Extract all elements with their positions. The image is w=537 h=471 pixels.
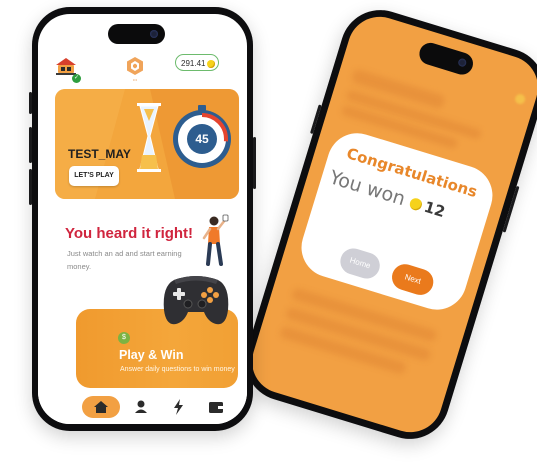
- play-card-title: Play & Win: [119, 348, 184, 362]
- bottom-navigation: [38, 392, 247, 424]
- power-button: [253, 137, 256, 189]
- camera-icon: [150, 30, 158, 38]
- play-card-subtitle: Answer daily questions to win money: [120, 366, 235, 373]
- front-phone-screen: ✓ ••• 291.41 45 TEST_MAY LET'S PLAY You …: [38, 14, 247, 424]
- home-icon: [94, 401, 108, 413]
- nav-wallet[interactable]: [203, 396, 229, 418]
- timer-value: 45: [195, 132, 209, 146]
- volume-down-button: [29, 169, 32, 205]
- wallet-icon: [209, 402, 223, 413]
- carousel-dots[interactable]: [168, 193, 219, 199]
- balance-amount: 291.41: [181, 59, 206, 68]
- volume-button: [309, 104, 322, 135]
- lets-play-button[interactable]: LET'S PLAY: [69, 166, 119, 186]
- nav-home[interactable]: [82, 396, 120, 418]
- coin-icon: [207, 59, 216, 68]
- camera-icon: [457, 57, 468, 68]
- verified-check-icon: ✓: [72, 74, 81, 83]
- balance-pill[interactable]: 291.41: [175, 54, 219, 71]
- promo-heading: You heard it right!: [65, 225, 194, 242]
- banner-title: TEST_MAY: [68, 147, 131, 161]
- brand-logo-icon: [127, 57, 143, 75]
- dollar-icon: $: [118, 332, 130, 344]
- next-button[interactable]: Next: [388, 261, 437, 299]
- front-phone: ✓ ••• 291.41 45 TEST_MAY LET'S PLAY You …: [29, 7, 256, 431]
- gamepad-icon: [163, 276, 229, 325]
- back-phone-screen: Congratulations You won 12 Home Next: [244, 8, 537, 441]
- lightning-icon: [174, 399, 183, 415]
- won-amount: 12: [421, 197, 448, 222]
- coin-icon: [408, 196, 424, 212]
- person-illustration: [202, 214, 229, 266]
- profile-icon: [135, 400, 147, 413]
- volume-up-button: [29, 127, 32, 163]
- brand-logo-caption: •••: [132, 77, 138, 82]
- home-button[interactable]: Home: [337, 245, 384, 282]
- back-phone: Congratulations You won 12 Home Next: [235, 0, 537, 449]
- blurred-coin-icon: [513, 92, 527, 106]
- nav-profile[interactable]: [128, 396, 154, 418]
- nav-rewards[interactable]: [166, 396, 192, 418]
- mute-switch: [29, 92, 32, 114]
- quiz-banner[interactable]: 45 TEST_MAY LET'S PLAY: [55, 89, 239, 199]
- congratulations-modal: Congratulations You won 12 Home Next: [294, 125, 500, 318]
- dynamic-island: [108, 24, 165, 44]
